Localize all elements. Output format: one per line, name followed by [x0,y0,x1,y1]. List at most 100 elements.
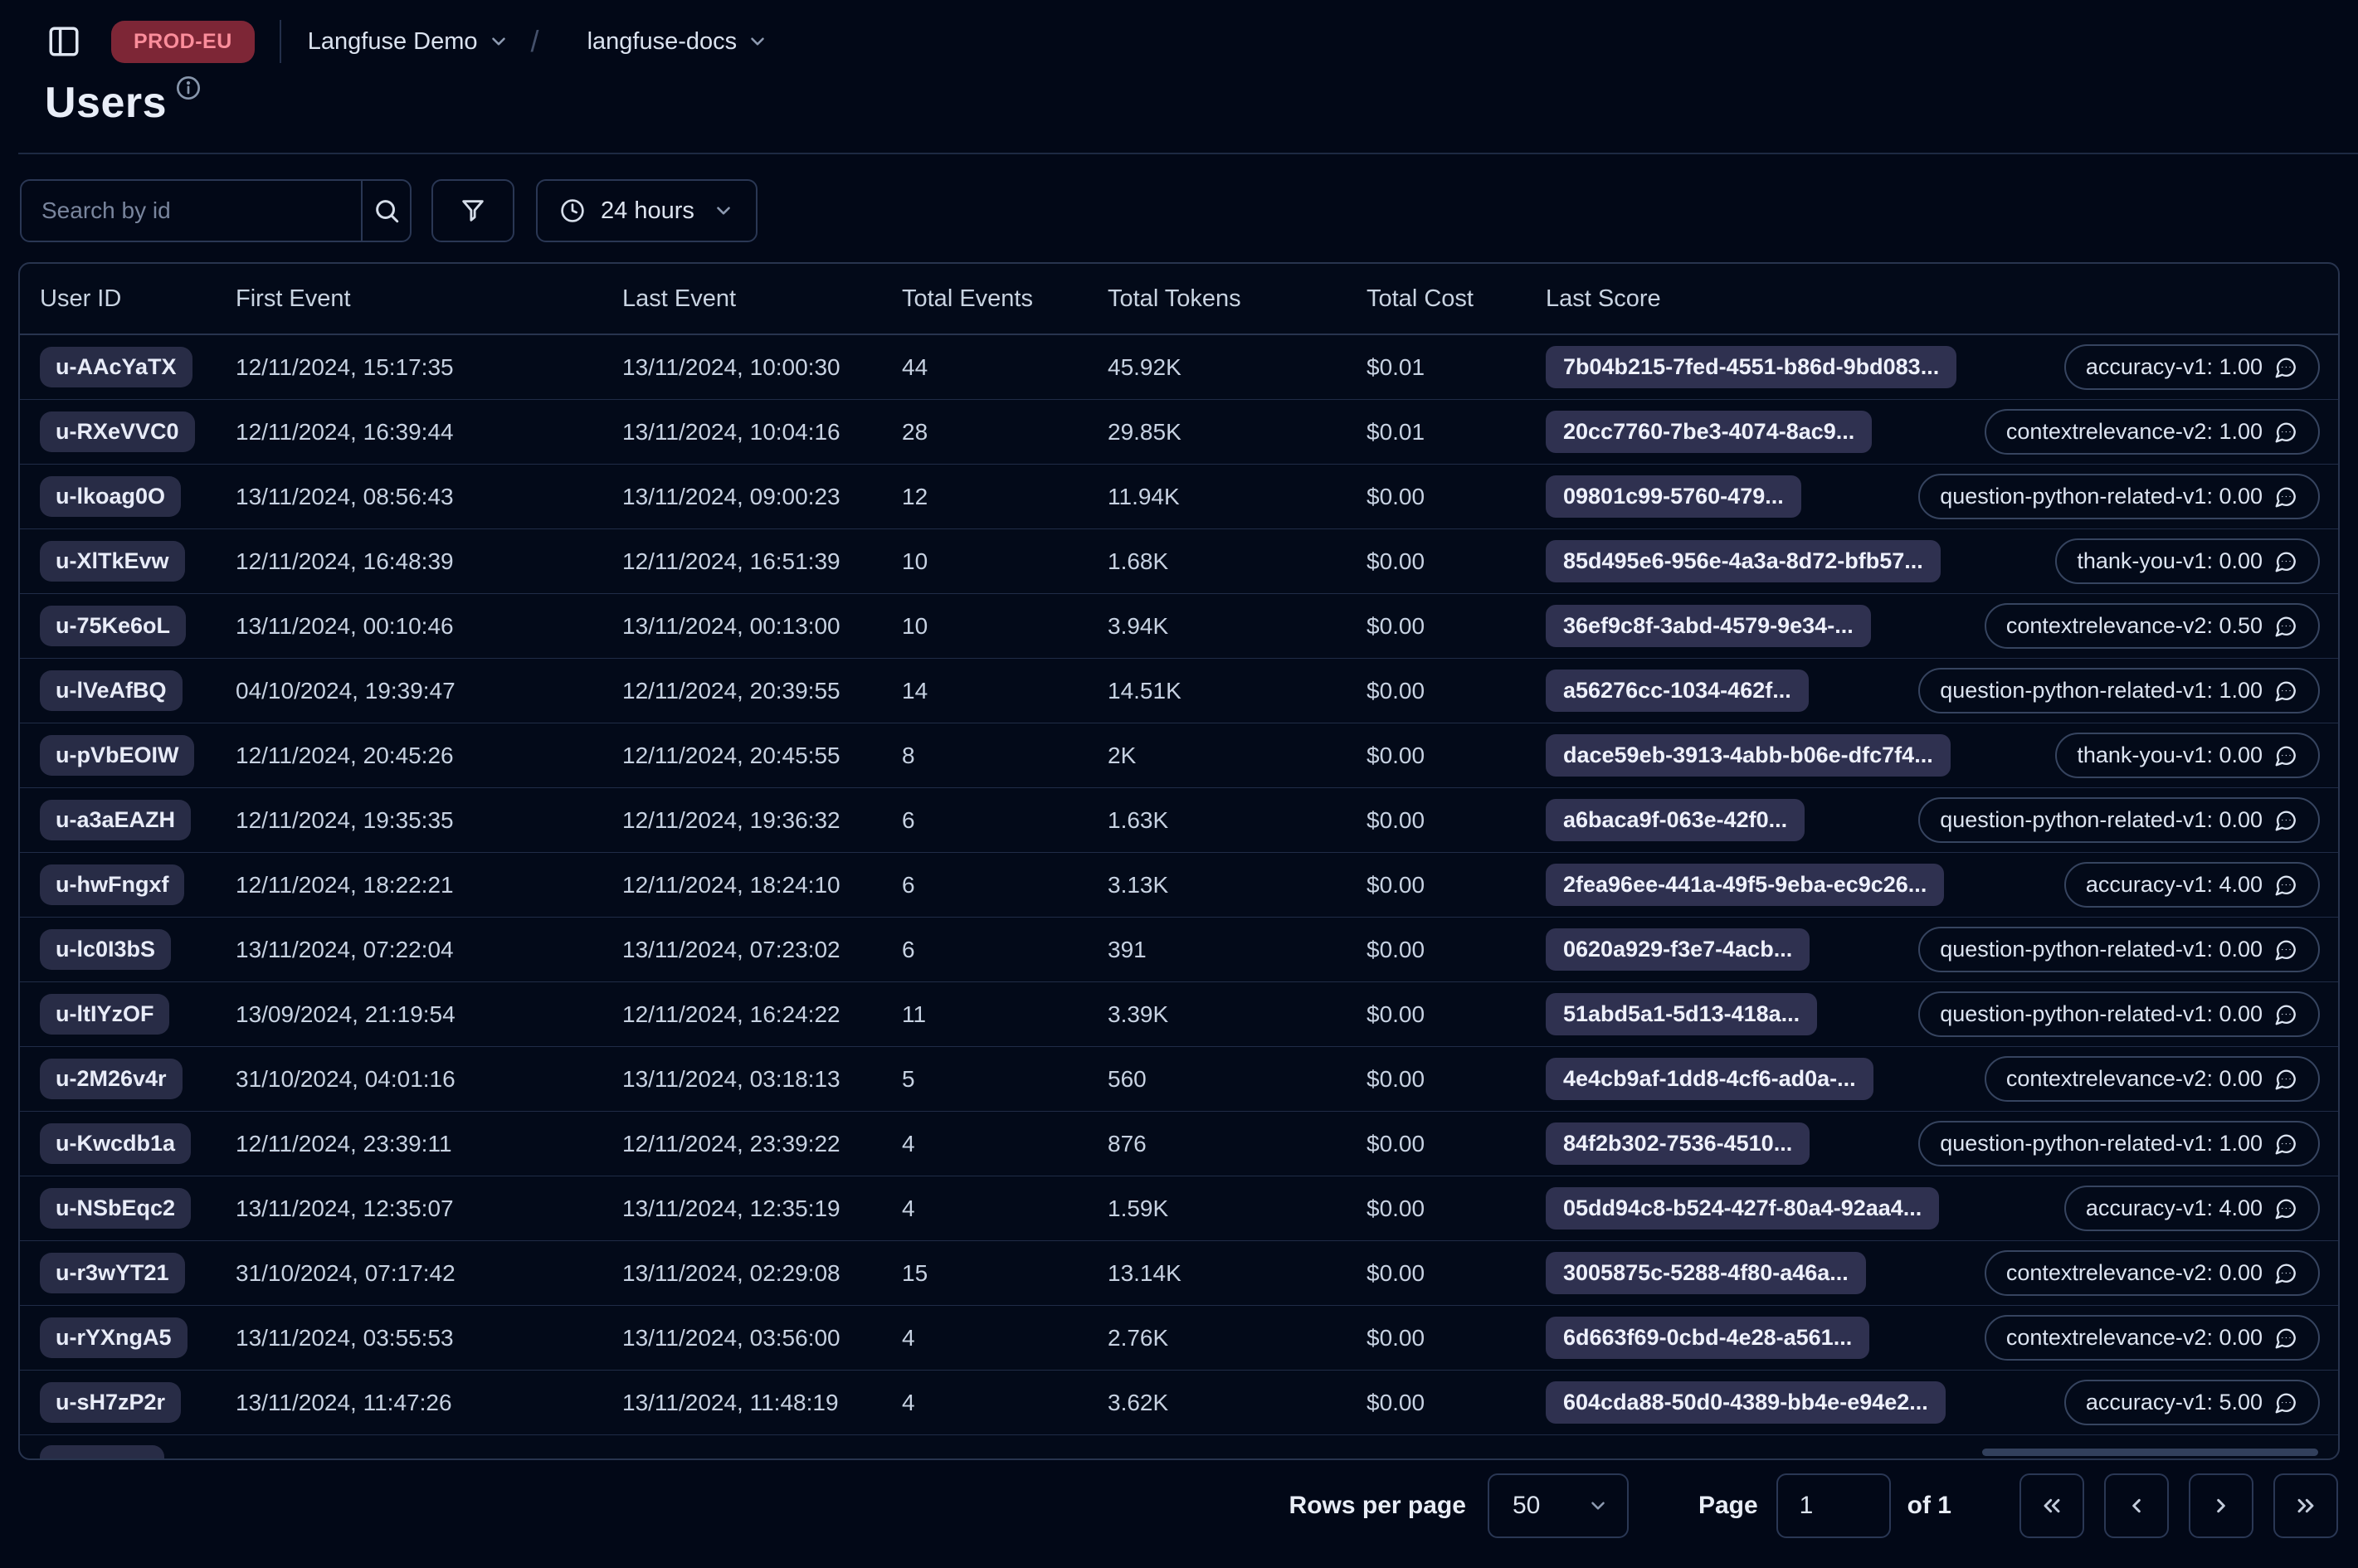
trace-id-badge[interactable]: 604cda88-50d0-4389-bb4e-e94e2... [1546,1381,1946,1424]
trace-id-badge[interactable]: 6d663f69-0cbd-4e28-a561... [1546,1317,1870,1359]
column-header-last-event: Last Event [622,285,737,312]
previous-page-button[interactable] [2104,1473,2169,1538]
score-pill[interactable]: accuracy-v1: 4.00 [2063,862,2320,908]
trace-id-badge[interactable]: 05dd94c8-b524-427f-80a4-92aa4... [1546,1187,1940,1230]
comment-icon [2275,421,2296,442]
table-body: u-AAcYaTX 12/11/2024, 15:17:35 13/11/202… [20,335,2338,1458]
last-event-cell: 13/11/2024, 10:00:30 [622,353,840,380]
user-id-badge[interactable]: u-ltIYzOF [40,994,170,1035]
user-id-badge[interactable]: u-NSbEqc2 [40,1188,192,1229]
table-row[interactable]: u-lVeAfBQ 04/10/2024, 19:39:47 12/11/202… [20,659,2338,723]
environment-badge[interactable]: PROD-EU [111,20,255,63]
comment-icon [2275,1392,2296,1413]
total-tokens-cell: 13.14K [1108,1259,1181,1286]
score-pill[interactable]: question-python-related-v1: 0.00 [1918,797,2320,843]
trace-id-badge[interactable]: 2fea96ee-441a-49f5-9eba-ec9c26... [1546,864,1945,906]
table-row[interactable]: u-rYXngA5 13/11/2024, 03:55:53 13/11/202… [20,1306,2338,1371]
user-id-badge[interactable]: u-2M26v4r [40,1059,183,1099]
total-cost-cell: $0.01 [1367,418,1425,445]
user-id-badge[interactable]: u-75Ke6oL [40,606,187,646]
user-id-badge[interactable]: u-a3aEAZH [40,800,192,840]
rows-per-page-select[interactable]: 50 [1487,1473,1629,1538]
table-row[interactable]: u-pVbEOIW 12/11/2024, 20:45:26 12/11/202… [20,723,2338,788]
table-row[interactable]: u-AAcYaTX 12/11/2024, 15:17:35 13/11/202… [20,335,2338,400]
score-pill[interactable]: question-python-related-v1: 0.00 [1918,991,2320,1037]
score-pill[interactable]: question-python-related-v1: 0.00 [1918,474,2320,519]
chevron-down-icon [491,37,505,46]
trace-id-badge[interactable]: 36ef9c8f-3abd-4579-9e34-... [1546,605,1871,647]
trace-id-badge[interactable]: 0620a929-f3e7-4acb... [1546,928,1810,971]
score-pill[interactable]: question-python-related-v1: 1.00 [1918,668,2320,713]
user-id-badge[interactable]: u-pVbEOIW [40,735,195,776]
comment-icon [2275,1069,2296,1089]
table-row[interactable]: u-a3aEAZH 12/11/2024, 19:35:35 12/11/202… [20,788,2338,853]
table-row[interactable] [20,1435,2338,1458]
table-row[interactable]: u-lc0I3bS 13/11/2024, 07:22:04 13/11/202… [20,918,2338,982]
table-row[interactable]: u-2M26v4r 31/10/2024, 04:01:16 13/11/202… [20,1047,2338,1112]
breadcrumb-org[interactable]: Langfuse Demo [308,28,509,56]
user-id-badge[interactable]: u-Kwcdb1a [40,1123,192,1164]
sidebar-toggle-icon[interactable] [45,22,83,61]
table-row[interactable]: u-XlTkEvw 12/11/2024, 16:48:39 12/11/202… [20,529,2338,594]
user-id-badge[interactable]: u-r3wYT21 [40,1253,185,1293]
user-id-badge[interactable]: u-rYXngA5 [40,1317,188,1358]
trace-id-badge[interactable]: 09801c99-5760-479... [1546,475,1801,518]
trace-id-badge[interactable]: 3005875c-5288-4f80-a46a... [1546,1252,1866,1294]
score-pill[interactable]: question-python-related-v1: 0.00 [1918,927,2320,972]
table-row[interactable]: u-75Ke6oL 13/11/2024, 00:10:46 13/11/202… [20,594,2338,659]
score-pill[interactable]: thank-you-v1: 0.00 [2055,733,2320,778]
total-tokens-cell: 1.63K [1108,806,1169,833]
info-icon[interactable] [175,75,202,101]
table-row[interactable]: u-RXeVVC0 12/11/2024, 16:39:44 13/11/202… [20,400,2338,465]
search-button[interactable] [361,181,410,241]
page-number-input[interactable] [1776,1473,1891,1538]
score-pill[interactable]: contextrelevance-v2: 0.00 [1984,1315,2320,1361]
user-id-badge[interactable]: u-lc0I3bS [40,929,172,970]
table-row[interactable]: u-NSbEqc2 13/11/2024, 12:35:07 13/11/202… [20,1176,2338,1241]
last-page-button[interactable] [2273,1473,2338,1538]
trace-id-badge[interactable]: a56276cc-1034-462f... [1546,670,1809,712]
table-row[interactable]: u-sH7zP2r 13/11/2024, 11:47:26 13/11/202… [20,1371,2338,1435]
user-id-badge[interactable]: u-XlTkEvw [40,541,185,582]
first-page-button[interactable] [2019,1473,2084,1538]
score-pill[interactable]: contextrelevance-v2: 1.00 [1984,409,2320,455]
table-row[interactable]: u-hwFngxf 12/11/2024, 18:22:21 12/11/202… [20,853,2338,918]
user-id-badge[interactable]: u-AAcYaTX [40,347,192,387]
first-event-cell: 12/11/2024, 23:39:11 [236,1130,452,1157]
trace-id-badge[interactable]: 7b04b215-7fed-4551-b86d-9bd083... [1546,346,1957,388]
score-pill[interactable]: contextrelevance-v2: 0.50 [1984,603,2320,649]
trace-id-badge[interactable]: 85d495e6-956e-4a3a-8d72-bfb57... [1546,540,1941,582]
trace-id-badge[interactable]: 84f2b302-7536-4510... [1546,1122,1810,1165]
user-id-badge[interactable]: u-lVeAfBQ [40,670,183,711]
filter-button[interactable] [431,179,514,242]
trace-id-badge[interactable]: 51abd5a1-5d13-418a... [1546,993,1818,1035]
table-row[interactable]: u-r3wYT21 31/10/2024, 07:17:42 13/11/202… [20,1241,2338,1306]
score-pill[interactable]: accuracy-v1: 5.00 [2063,1380,2320,1425]
trace-id-badge[interactable]: dace59eb-3913-4abb-b06e-dfc7f4... [1546,734,1951,777]
score-pill[interactable]: question-python-related-v1: 1.00 [1918,1121,2320,1166]
score-pill[interactable]: contextrelevance-v2: 0.00 [1984,1250,2320,1296]
table-row[interactable]: u-ltIYzOF 13/09/2024, 21:19:54 12/11/202… [20,982,2338,1047]
score-pill[interactable]: contextrelevance-v2: 0.00 [1984,1056,2320,1102]
search-icon [375,200,398,223]
score-label: question-python-related-v1: 0.00 [1940,807,2263,832]
time-range-select[interactable]: 24 hours [536,179,758,242]
breadcrumb-project[interactable]: langfuse-docs [587,28,769,56]
next-page-button[interactable] [2189,1473,2253,1538]
user-id-badge[interactable] [40,1445,164,1458]
score-pill[interactable]: accuracy-v1: 4.00 [2063,1186,2320,1231]
user-id-badge[interactable]: u-lkoag0O [40,476,182,517]
trace-id-badge[interactable]: 20cc7760-7be3-4074-8ac9... [1546,411,1873,453]
user-id-badge[interactable]: u-sH7zP2r [40,1382,182,1423]
table-row[interactable]: u-Kwcdb1a 12/11/2024, 23:39:11 12/11/202… [20,1112,2338,1176]
score-pill[interactable]: accuracy-v1: 1.00 [2063,344,2320,390]
table-row[interactable]: u-lkoag0O 13/11/2024, 08:56:43 13/11/202… [20,465,2338,529]
user-id-badge[interactable]: u-RXeVVC0 [40,411,195,452]
user-id-badge[interactable]: u-hwFngxf [40,864,185,905]
trace-id-badge[interactable]: a6baca9f-063e-42f0... [1546,799,1805,841]
trace-id-badge[interactable]: 4e4cb9af-1dd8-4cf6-ad0a-... [1546,1058,1873,1100]
score-label: accuracy-v1: 4.00 [2085,872,2263,897]
search-input[interactable] [22,181,361,241]
horizontal-scrollbar[interactable] [1982,1449,2318,1456]
score-pill[interactable]: thank-you-v1: 0.00 [2055,538,2320,584]
